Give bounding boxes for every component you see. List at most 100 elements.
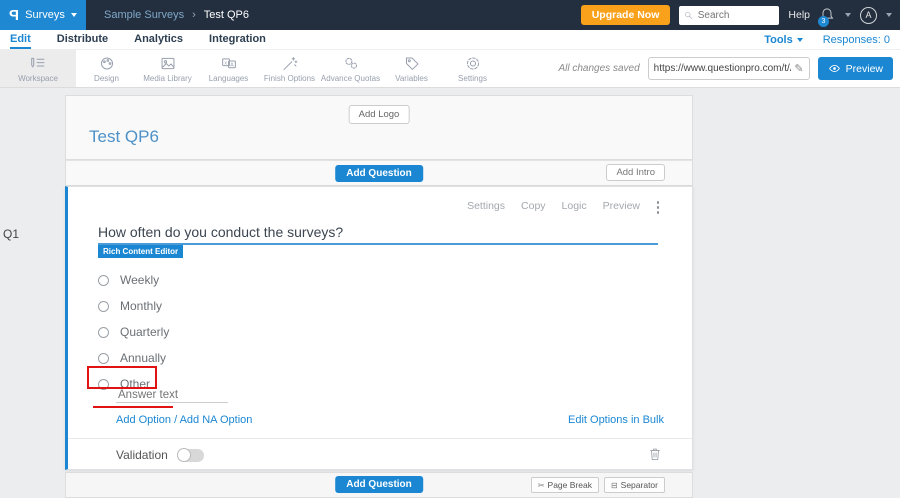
toolbar-item-settings[interactable]: Settings — [442, 50, 503, 87]
tag-icon — [405, 56, 418, 70]
option-row-quarterly[interactable]: Quarterly — [98, 319, 169, 345]
survey-url-field[interactable]: ✎ — [647, 57, 810, 80]
questionpro-app: P Surveys Sample Surveys › Test QP6 Upgr… — [0, 0, 900, 498]
question-actions: Settings Copy Logic Preview — [467, 200, 640, 212]
chevron-down-icon[interactable] — [886, 13, 892, 17]
option-label[interactable]: Monthly — [120, 299, 162, 313]
product-menu[interactable]: P Surveys — [0, 0, 86, 30]
add-logo-button[interactable]: Add Logo — [348, 105, 410, 124]
radio-icon[interactable] — [98, 352, 109, 364]
toolbar-right: All changes saved ✎ Preview — [558, 50, 900, 87]
divider — [68, 438, 692, 439]
tab-distribute[interactable]: Distribute — [57, 30, 108, 49]
option-row-weekly[interactable]: Weekly — [98, 267, 169, 293]
notifications-button[interactable]: 3 — [818, 6, 836, 27]
trash-icon — [650, 448, 660, 461]
validation-label: Validation — [116, 448, 168, 462]
survey-url-input[interactable] — [653, 63, 792, 74]
add-option-link[interactable]: Add Option / Add NA Option — [116, 414, 252, 426]
responses-count[interactable]: Responses: 0 — [823, 34, 890, 46]
toolbar-item-label: Variables — [395, 73, 428, 83]
toolbar-item-label: Advance Quotas — [320, 73, 381, 83]
question-text[interactable]: How often do you conduct the surveys? — [98, 224, 343, 240]
toolbar-item-label: Languages — [208, 73, 249, 83]
toolbar-item-label: Settings — [458, 73, 487, 83]
question-settings-link[interactable]: Settings — [467, 200, 505, 212]
subnav-right: Tools Responses: 0 — [764, 30, 900, 49]
toolbar-item-advance-quotas[interactable]: Advance Quotas — [320, 50, 381, 87]
help-link[interactable]: Help — [788, 9, 810, 21]
breadcrumb-current: Test QP6 — [203, 9, 250, 21]
toolbar-item-variables[interactable]: Variables — [381, 50, 442, 87]
section-tabs-bar: Edit Distribute Analytics Integration To… — [0, 30, 900, 50]
eye-icon — [828, 65, 840, 72]
search-input[interactable] — [697, 9, 775, 21]
validation-row: Validation — [116, 448, 204, 462]
search-box[interactable] — [679, 5, 780, 25]
toolbar-item-languages[interactable]: xA Languages — [198, 50, 259, 87]
upgrade-now-button[interactable]: Upgrade Now — [580, 5, 671, 25]
radio-icon[interactable] — [98, 274, 109, 286]
image-icon — [161, 57, 174, 69]
search-icon — [685, 11, 693, 19]
other-answer-input[interactable] — [116, 388, 228, 403]
separator-button[interactable]: ⊟ Separator — [603, 477, 665, 493]
chevron-down-icon — [70, 13, 77, 17]
tab-analytics[interactable]: Analytics — [134, 30, 183, 49]
chevron-down-icon — [796, 37, 803, 42]
add-question-button-bottom[interactable]: Add Question — [335, 476, 423, 493]
translate-icon: xA — [221, 57, 236, 68]
survey-header-card: Add Logo Test QP6 — [65, 95, 693, 160]
option-label[interactable]: Quarterly — [120, 325, 169, 339]
question-id-label: Q1 — [3, 227, 20, 241]
questionpro-logo-icon: P — [9, 6, 20, 24]
validation-toggle[interactable] — [176, 448, 204, 462]
edit-options-in-bulk-link[interactable]: Edit Options in Bulk — [568, 414, 664, 426]
option-row-monthly[interactable]: Monthly — [98, 293, 169, 319]
chevron-down-icon[interactable] — [845, 13, 851, 17]
question-logic-link[interactable]: Logic — [562, 200, 587, 212]
rich-content-editor-badge[interactable]: Rich Content Editor — [98, 245, 184, 258]
preview-button[interactable]: Preview — [817, 57, 893, 80]
tab-integration[interactable]: Integration — [209, 30, 266, 49]
breadcrumb-separator-icon: › — [192, 9, 196, 21]
kebab-menu-icon[interactable] — [656, 201, 659, 214]
add-question-button-top[interactable]: Add Question — [335, 165, 423, 182]
avatar[interactable]: A — [860, 6, 877, 24]
answer-options-list: Weekly Monthly Quarterly Annually Other — [98, 267, 169, 397]
workspace-icon — [31, 57, 45, 67]
survey-toolbar: Workspace Design Media Library xA Langua… — [0, 50, 900, 88]
tools-menu[interactable]: Tools — [764, 34, 803, 46]
breadcrumb-parent[interactable]: Sample Surveys — [104, 9, 184, 21]
page-break-button[interactable]: ✂ Page Break — [530, 477, 599, 493]
separator-icon: ⊟ — [610, 480, 618, 490]
page-break-label: Page Break — [547, 480, 592, 490]
radio-icon[interactable] — [98, 326, 109, 338]
scissors-icon: ✂ — [537, 480, 545, 490]
tab-edit[interactable]: Edit — [10, 30, 31, 49]
survey-title[interactable]: Test QP6 — [89, 127, 159, 147]
toolbar-item-finish-options[interactable]: Finish Options — [259, 50, 320, 87]
section-tabs: Edit Distribute Analytics Integration — [0, 30, 266, 49]
bottom-bar-buttons: ✂ Page Break ⊟ Separator — [530, 477, 665, 493]
toolbar-item-label: Media Library — [143, 73, 192, 83]
gears-icon — [344, 57, 357, 69]
radio-icon[interactable] — [98, 378, 109, 390]
add-question-row-top: Add Question Add Intro — [65, 160, 693, 186]
question-preview-link[interactable]: Preview — [603, 200, 640, 212]
gear-icon — [466, 56, 479, 70]
option-row-annually[interactable]: Annually — [98, 345, 169, 371]
radio-icon[interactable] — [98, 300, 109, 312]
toolbar-item-design[interactable]: Design — [76, 50, 137, 87]
toolbar-item-media-library[interactable]: Media Library — [137, 50, 198, 87]
magic-wand-icon — [283, 56, 297, 70]
option-label[interactable]: Weekly — [120, 273, 159, 287]
toolbar-item-workspace[interactable]: Workspace — [0, 50, 76, 87]
breadcrumb: Sample Surveys › Test QP6 — [104, 9, 249, 21]
edit-url-icon[interactable]: ✎ — [794, 62, 803, 75]
delete-question-button[interactable] — [648, 446, 662, 467]
option-label[interactable]: Annually — [120, 351, 166, 365]
toggle-knob — [176, 448, 191, 462]
question-copy-link[interactable]: Copy — [521, 200, 546, 212]
add-intro-button[interactable]: Add Intro — [606, 164, 665, 181]
